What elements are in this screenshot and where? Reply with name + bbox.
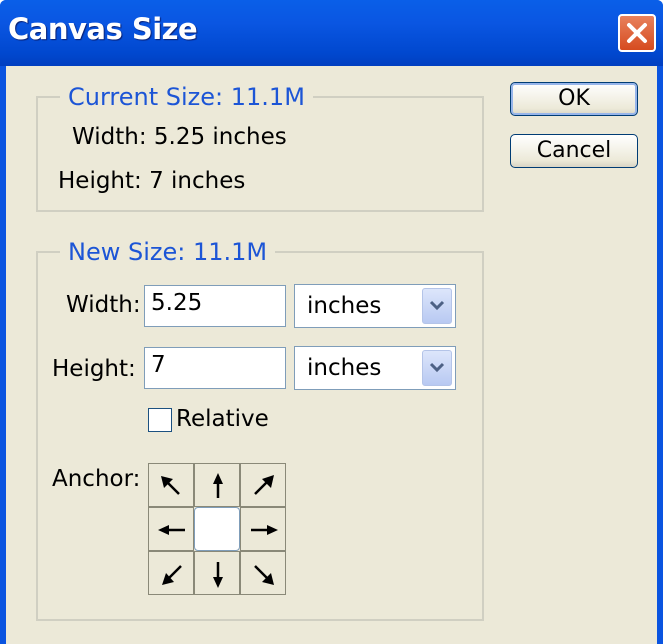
anchor-bottom-right[interactable] — [240, 551, 286, 595]
arrow-w-icon — [158, 525, 185, 535]
height-unit-dropdown-button[interactable] — [422, 350, 452, 386]
arrow-e-icon — [251, 525, 278, 535]
new-width-label: Width: — [66, 292, 141, 318]
arrow-sw-icon — [162, 565, 182, 585]
arrow-ne-icon — [254, 475, 274, 495]
anchor-top-left[interactable] — [148, 463, 194, 507]
anchor-bottom-center[interactable] — [194, 551, 240, 595]
ok-button[interactable]: OK — [510, 82, 638, 116]
anchor-middle-right[interactable] — [240, 507, 286, 551]
dialog-body: Current Size: 11.1M Width: 5.25 inches H… — [6, 66, 657, 644]
window-title: Canvas Size — [8, 12, 198, 46]
cancel-button[interactable]: Cancel — [510, 134, 638, 168]
new-height-label: Height: — [52, 356, 136, 382]
relative-label[interactable]: Relative — [176, 406, 269, 432]
height-unit-select[interactable]: inches — [294, 346, 456, 390]
width-unit-value: inches — [307, 293, 382, 319]
current-size-group: Current Size: 11.1M Width: 5.25 inches H… — [36, 84, 484, 212]
new-size-legend: New Size: 11.1M — [60, 239, 276, 265]
anchor-grid — [148, 463, 286, 595]
chevron-down-icon — [429, 362, 445, 373]
close-button[interactable] — [618, 14, 656, 52]
arrow-se-icon — [254, 565, 274, 585]
width-unit-select[interactable]: inches — [294, 284, 456, 328]
anchor-label: Anchor: — [52, 466, 141, 492]
height-input[interactable]: 7 — [144, 347, 286, 389]
width-unit-dropdown-button[interactable] — [422, 288, 452, 324]
canvas-size-dialog: Canvas Size Current Size: 11.1M Width: 5… — [0, 0, 663, 644]
anchor-middle-left[interactable] — [148, 507, 194, 551]
width-input[interactable]: 5.25 — [144, 285, 286, 327]
current-width-text: Width: 5.25 inches — [72, 124, 287, 150]
chevron-down-icon — [429, 300, 445, 311]
anchor-top-center[interactable] — [194, 463, 240, 507]
current-height-text: Height: 7 inches — [58, 168, 246, 194]
arrow-n-icon — [213, 473, 223, 498]
relative-checkbox[interactable] — [148, 408, 172, 432]
current-size-legend: Current Size: 11.1M — [60, 84, 313, 110]
arrow-nw-icon — [161, 476, 180, 495]
anchor-center[interactable] — [194, 507, 240, 551]
arrow-s-icon — [213, 562, 223, 588]
anchor-top-right[interactable] — [240, 463, 286, 507]
close-icon — [627, 23, 647, 43]
height-unit-value: inches — [307, 355, 382, 381]
anchor-bottom-left[interactable] — [148, 551, 194, 595]
title-bar[interactable]: Canvas Size — [0, 0, 663, 66]
